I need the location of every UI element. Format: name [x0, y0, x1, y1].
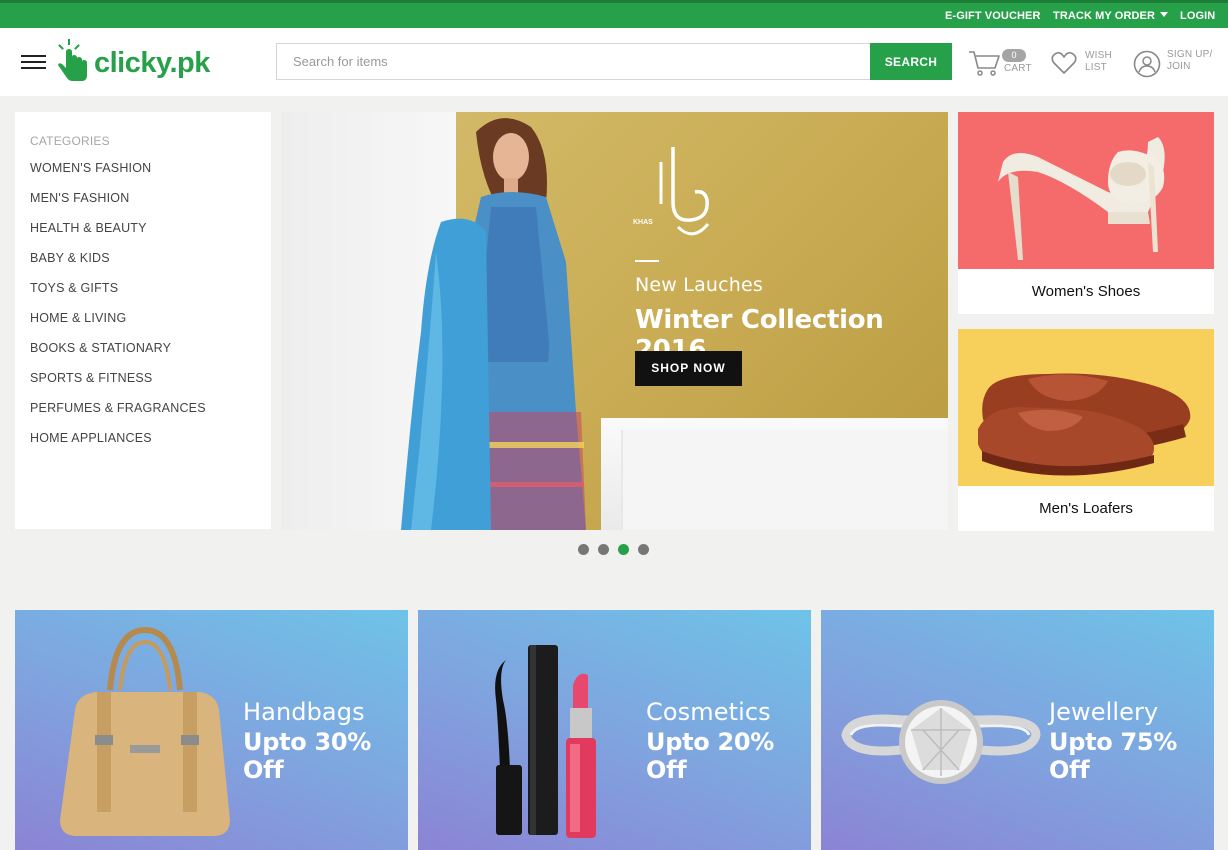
cart-icon: [969, 51, 1000, 76]
signup-label-2: JOIN: [1167, 61, 1191, 72]
slider-dot-active[interactable]: [618, 544, 629, 555]
slider-dot[interactable]: [578, 544, 589, 555]
womens-shoes-caption: Women's Shoes: [1031, 283, 1141, 300]
login-link[interactable]: LOGIN: [1180, 10, 1215, 22]
logo-text: clicky.pk: [94, 47, 210, 79]
signup-label-1: SIGN UP/: [1167, 49, 1213, 60]
cart-label: CART: [1004, 63, 1032, 74]
womens-shoes-card[interactable]: Women's Shoes: [958, 112, 1214, 314]
gift-voucher-link[interactable]: E-GIFT VOUCHER: [945, 10, 1041, 22]
signup-button[interactable]: SIGN UP/ JOIN: [1133, 46, 1218, 80]
cart-count-badge: 0: [1002, 49, 1026, 62]
categories-list: WOMEN'S FASHION MEN'S FASHION HEALTH & B…: [30, 161, 206, 461]
category-item[interactable]: HOME APPLIANCES: [30, 431, 206, 461]
track-order-label: TRACK MY ORDER: [1053, 10, 1156, 22]
categories-panel: CATEGORIES WOMEN'S FASHION MEN'S FASHION…: [15, 112, 271, 529]
wishlist-label-1: WISH: [1085, 50, 1112, 61]
category-item[interactable]: HEALTH & BEAUTY: [30, 221, 206, 251]
track-order-link[interactable]: TRACK MY ORDER: [1053, 10, 1169, 22]
cosmetics-image: [495, 645, 596, 838]
cart-button[interactable]: 0 CART: [968, 46, 1034, 80]
mens-loafers-card[interactable]: Men's Loafers: [958, 329, 1214, 531]
hero-brand-text: KHAS: [633, 219, 653, 226]
logo[interactable]: clicky.pk: [56, 38, 226, 82]
categories-title: CATEGORIES: [30, 134, 110, 148]
handbags-title: Handbags: [243, 698, 365, 726]
header: clicky.pk SEARCH 0 CART WISH LIST SIGN U…: [0, 28, 1228, 96]
caret-down-icon: [1160, 12, 1169, 17]
handbag-image: [60, 626, 230, 836]
category-item[interactable]: HOME & LIVING: [30, 311, 206, 341]
shop-now-button[interactable]: SHOP NOW: [635, 351, 742, 386]
search-button[interactable]: SEARCH: [870, 43, 952, 80]
top-bar: E-GIFT VOUCHER TRACK MY ORDER LOGIN: [0, 0, 1228, 28]
hero-pedestal-face: [621, 430, 948, 530]
handbags-offer: Upto 30% Off: [243, 728, 372, 784]
slider-dot[interactable]: [638, 544, 649, 555]
hand-pointer-logo-icon: [58, 39, 87, 81]
mens-loafers-caption: Men's Loafers: [1039, 500, 1133, 517]
jewellery-offer: Upto 75% Off: [1049, 728, 1178, 784]
mens-loafers-image: [958, 329, 1214, 486]
category-item[interactable]: SPORTS & FITNESS: [30, 371, 206, 401]
handbags-promo[interactable]: Handbags Upto 30% Off: [15, 610, 408, 850]
model-image: [401, 118, 586, 530]
loafer-shoe-icon: [978, 373, 1191, 476]
wishlist-label-2: LIST: [1085, 62, 1107, 73]
hero-banner[interactable]: KHAS New Lauches Winter Collection 2016 …: [281, 112, 948, 530]
category-item[interactable]: TOYS & GIFTS: [30, 281, 206, 311]
slider-dot[interactable]: [598, 544, 609, 555]
category-item[interactable]: MEN'S FASHION: [30, 191, 206, 221]
category-item[interactable]: PERFUMES & FRAGRANCES: [30, 401, 206, 431]
high-heel-shoe-icon: [998, 137, 1165, 260]
menu-icon[interactable]: [21, 55, 46, 69]
cosmetics-offer: Upto 20% Off: [646, 728, 775, 784]
jewellery-promo[interactable]: Jewellery Upto 75% Off: [821, 610, 1214, 850]
search-input[interactable]: [276, 43, 871, 80]
hero-divider: [635, 260, 659, 262]
cosmetics-title: Cosmetics: [646, 698, 771, 726]
category-item[interactable]: WOMEN'S FASHION: [30, 161, 206, 191]
user-icon: [1133, 50, 1161, 78]
hero-subtitle: New Lauches: [635, 274, 764, 296]
category-item[interactable]: BOOKS & STATIONARY: [30, 341, 206, 371]
womens-shoes-image: [958, 112, 1214, 269]
khas-brand-icon: KHAS: [633, 147, 710, 236]
wishlist-button[interactable]: WISH LIST: [1051, 46, 1117, 80]
jewellery-title: Jewellery: [1049, 698, 1159, 726]
cosmetics-promo[interactable]: Cosmetics Upto 20% Off: [418, 610, 811, 850]
ring-image: [841, 700, 1041, 784]
heart-icon: [1051, 52, 1077, 74]
category-item[interactable]: BABY & KIDS: [30, 251, 206, 281]
